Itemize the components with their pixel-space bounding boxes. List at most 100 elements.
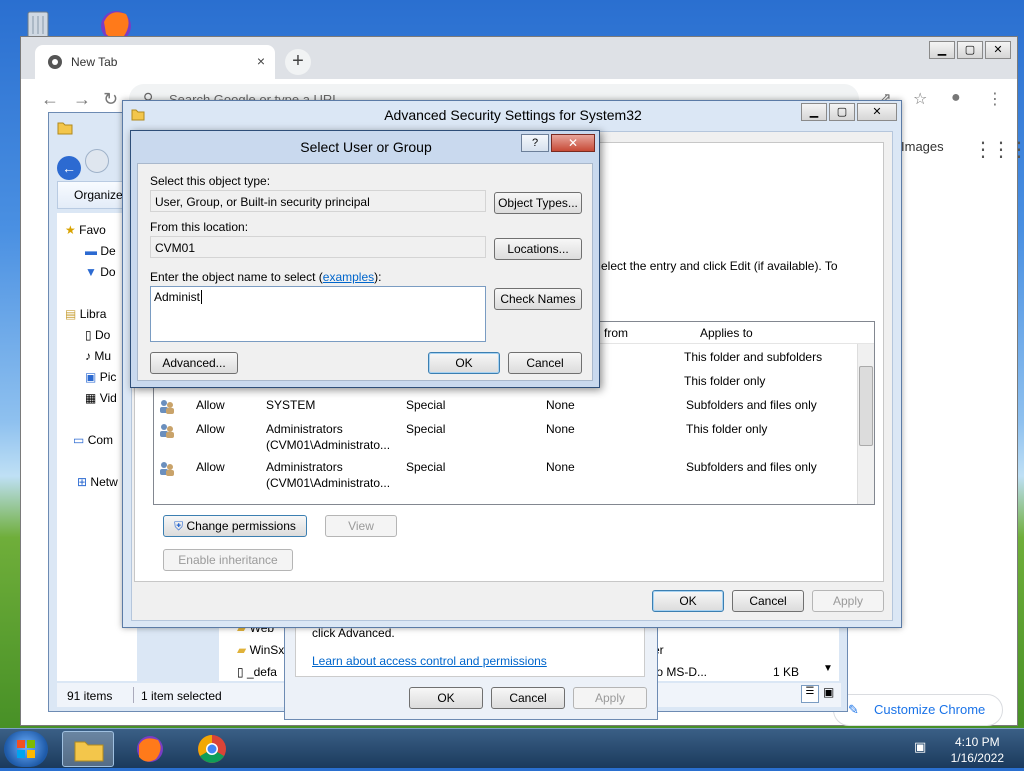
select-user-body: Select this object type: User, Group, or… (137, 163, 593, 381)
table-scrollbar[interactable] (857, 344, 874, 504)
start-button[interactable] (4, 731, 48, 767)
chrome-tab-new-tab[interactable]: New Tab × (35, 45, 275, 79)
column-inherited-from[interactable]: from (604, 326, 628, 340)
file-type-cell: to MS-D... (653, 665, 708, 679)
folder-icon (57, 122, 73, 135)
apps-grid-icon[interactable]: ⋮⋮⋮ (973, 137, 1024, 162)
adv-window-controls: ▁ ▢ ✕ (799, 103, 897, 121)
object-types-button[interactable]: Object Types... (494, 192, 582, 214)
close-icon[interactable]: ✕ (551, 134, 595, 152)
view-button[interactable]: View (325, 515, 397, 537)
object-type-label: Select this object type: (150, 174, 271, 188)
forward-arrow-icon[interactable] (84, 149, 109, 173)
explorer-nav-buttons: ← (57, 149, 109, 180)
forward-icon[interactable]: → (73, 89, 91, 110)
chrome-favicon-icon (48, 55, 62, 69)
users-icon (158, 460, 176, 479)
document-icon: ▯ (85, 328, 92, 342)
folder-icon: ▰ (237, 643, 247, 657)
adv-cancel-button[interactable]: Cancel (732, 590, 804, 612)
help-button[interactable]: ? (521, 134, 549, 152)
permissions-ok-button[interactable]: OK (409, 687, 483, 709)
object-type-field: User, Group, or Built-in security princi… (150, 190, 486, 212)
select-cancel-button[interactable]: Cancel (508, 352, 582, 374)
taskbar: ▣ 4:10 PM 1/16/2022 (0, 728, 1024, 768)
taskbar-firefox[interactable] (124, 731, 176, 767)
preview-view-icon[interactable]: ▣ (823, 685, 834, 699)
advanced-button[interactable]: Advanced... (150, 352, 238, 374)
chrome-tabstrip: New Tab × + ▁ ▢ ✕ (21, 37, 1017, 79)
images-link[interactable]: Images (901, 139, 944, 154)
text-caret (201, 290, 203, 304)
back-icon[interactable]: ← (41, 89, 59, 110)
firefox-icon (137, 736, 163, 762)
taskbar-chrome[interactable] (186, 731, 238, 767)
bookmark-star-icon[interactable]: ☆ (913, 89, 927, 109)
change-permissions-button[interactable]: ⛨ Change permissions (163, 515, 307, 537)
new-tab-button[interactable]: + (285, 49, 311, 75)
clock[interactable]: 4:10 PM 1/16/2022 (951, 734, 1004, 766)
file-icon: ▯ (237, 665, 244, 679)
object-name-input[interactable]: Administ (150, 286, 486, 342)
file-size-cell: 1 KB (773, 665, 800, 679)
adv-apply-button[interactable]: Apply (812, 590, 884, 612)
maximize-icon[interactable]: ▢ (957, 41, 983, 59)
customize-chrome-label: Customize Chrome (874, 702, 986, 717)
scrollbar-thumb[interactable] (859, 366, 873, 446)
network-icon: ⊞ (77, 475, 88, 489)
users-icon (158, 398, 176, 417)
maximize-icon[interactable]: ▢ (829, 103, 855, 121)
music-icon: ♪ (85, 349, 91, 363)
check-names-button[interactable]: Check Names (494, 288, 582, 310)
chrome-icon (198, 735, 226, 763)
close-icon[interactable]: ✕ (985, 41, 1011, 59)
details-view-icon[interactable]: ☰ (801, 685, 819, 703)
clock-date: 1/16/2022 (950, 751, 1004, 765)
profile-icon[interactable]: ● (951, 89, 961, 107)
star-icon: ★ (65, 223, 76, 237)
users-icon (158, 422, 176, 441)
organize-button[interactable]: Organize (57, 181, 127, 209)
customize-chrome-button[interactable]: ✎ Customize Chrome (833, 694, 1003, 726)
item-count: 91 items (67, 689, 113, 703)
list-item[interactable]: ▰ WinSx (237, 643, 284, 657)
selection-count: 1 item selected (141, 689, 222, 703)
locations-button[interactable]: Locations... (494, 238, 582, 260)
select-user-dialog: Select User or Group ? ✕ Select this obj… (130, 130, 600, 388)
enable-inheritance-button[interactable]: Enable inheritance (163, 549, 293, 571)
column-applies-to[interactable]: Applies to (700, 326, 753, 340)
tab-close-icon[interactable]: × (257, 53, 265, 69)
advanced-hint: click Advanced. (312, 626, 395, 640)
taskbar-explorer[interactable] (62, 731, 114, 767)
clock-time: 4:10 PM (954, 735, 1000, 749)
adv-ok-button[interactable]: OK (652, 590, 724, 612)
pencil-icon: ✎ (848, 702, 859, 717)
chrome-window-controls: ▁ ▢ ✕ (927, 41, 1011, 59)
videos-icon: ▦ (85, 391, 97, 405)
menu-kebab-icon[interactable]: ⋮ (987, 89, 1003, 109)
scroll-down-icon[interactable]: ▼ (823, 663, 833, 674)
network-tray-icon[interactable]: ▣ (914, 739, 926, 755)
minimize-icon[interactable]: ▁ (801, 103, 827, 121)
back-arrow-icon[interactable]: ← (57, 156, 81, 180)
uac-shield-icon: ⛨ (174, 519, 184, 533)
permissions-cancel-button[interactable]: Cancel (491, 687, 565, 709)
list-item[interactable]: ▯ _defa (237, 665, 277, 679)
location-field: CVM01 (150, 236, 486, 258)
close-icon[interactable]: ✕ (857, 103, 897, 121)
pictures-icon: ▣ (85, 370, 97, 384)
dialog-title: Advanced Security Settings for System32 (384, 107, 642, 123)
library-icon: ▤ (65, 307, 77, 321)
reload-icon[interactable]: ↻ (103, 89, 118, 110)
learn-access-control-link[interactable]: Learn about access control and permissio… (312, 654, 547, 668)
minimize-icon[interactable]: ▁ (929, 41, 955, 59)
folder-icon (74, 741, 104, 762)
select-ok-button[interactable]: OK (428, 352, 500, 374)
downloads-icon: ▼ (85, 265, 97, 279)
examples-link[interactable]: examples (323, 270, 374, 284)
location-label: From this location: (150, 220, 249, 234)
computer-icon: ▭ (73, 433, 85, 447)
instruction-text: elect the entry and click Edit (if avail… (601, 259, 838, 273)
permissions-apply-button[interactable]: Apply (573, 687, 647, 709)
enter-object-name-label: Enter the object name to select (example… (150, 270, 382, 284)
